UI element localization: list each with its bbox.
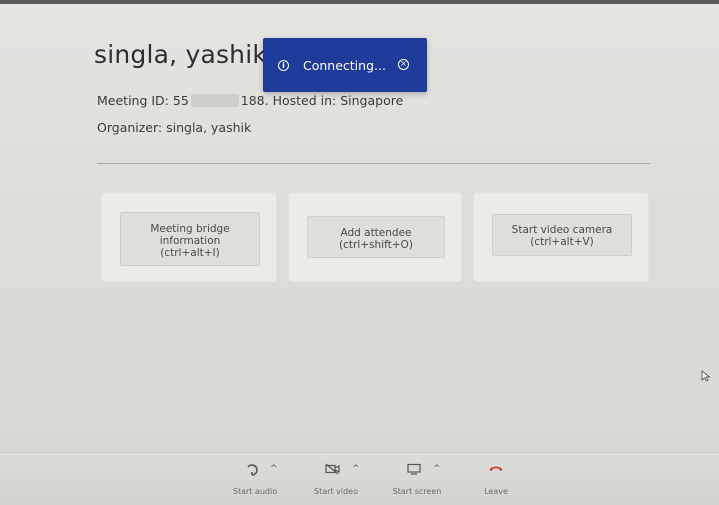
video-off-icon <box>325 463 340 475</box>
connecting-toast: i Connecting... × <box>263 38 427 92</box>
meeting-bridge-info-button[interactable]: Meeting bridge information (ctrl+alt+I) <box>120 212 260 266</box>
audio-icon <box>247 464 258 476</box>
leave-control[interactable]: Leave <box>476 461 516 496</box>
meeting-id-prefix: Meeting ID: 55 <box>97 93 189 108</box>
start-video-control[interactable]: ^ Start video <box>307 461 365 496</box>
button-shortcut: (ctrl+alt+V) <box>530 236 594 248</box>
meeting-control-bar: ^ Start audio ^ Start video ^ Start scre… <box>0 452 719 505</box>
meeting-organizer: Organizer: singla, yashik <box>97 120 252 135</box>
control-label: Leave <box>484 487 508 496</box>
chevron-up-icon[interactable]: ^ <box>433 464 441 474</box>
toast-message: Connecting... <box>303 58 386 73</box>
button-shortcut: (ctrl+alt+I) <box>160 246 220 259</box>
chevron-up-icon[interactable]: ^ <box>270 464 278 474</box>
button-shortcut: (ctrl+shift+O) <box>339 238 413 251</box>
window-top-edge <box>0 0 719 4</box>
section-divider <box>97 163 650 164</box>
control-label: Start video <box>314 487 358 496</box>
button-label-line: Start video camera <box>511 224 613 236</box>
chevron-up-icon[interactable]: ^ <box>352 464 360 474</box>
video-camera-panel: Start video camera (ctrl+alt+V) <box>474 193 648 281</box>
button-label-line: information <box>159 234 221 247</box>
add-attendee-panel: Add attendee (ctrl+shift+O) <box>289 193 461 281</box>
control-label: Start screen <box>392 487 442 496</box>
button-label-line: Add attendee <box>340 226 412 239</box>
add-attendee-button[interactable]: Add attendee (ctrl+shift+O) <box>307 216 445 258</box>
close-icon[interactable]: × <box>398 59 409 70</box>
meeting-id-redaction <box>190 94 239 107</box>
info-icon: i <box>278 60 289 71</box>
button-label-line: Meeting bridge <box>150 222 230 235</box>
start-audio-control[interactable]: ^ Start audio <box>226 461 284 496</box>
start-video-camera-button[interactable]: Start video camera (ctrl+alt+V) <box>492 214 632 256</box>
meeting-id: Meeting ID: 55 188. Hosted in: Singapore <box>97 93 403 108</box>
start-screen-control[interactable]: ^ Start screen <box>386 461 448 496</box>
meeting-title-start: singla, yashik <box>94 40 276 69</box>
control-label: Start audio <box>232 487 278 496</box>
bridge-info-panel: Meeting bridge information (ctrl+alt+I) <box>102 193 276 281</box>
screen-share-icon <box>407 463 421 475</box>
meeting-id-suffix: 188. Hosted in: Singapore <box>240 93 404 108</box>
phone-hangup-icon <box>489 466 503 471</box>
mouse-cursor-icon <box>701 370 711 382</box>
